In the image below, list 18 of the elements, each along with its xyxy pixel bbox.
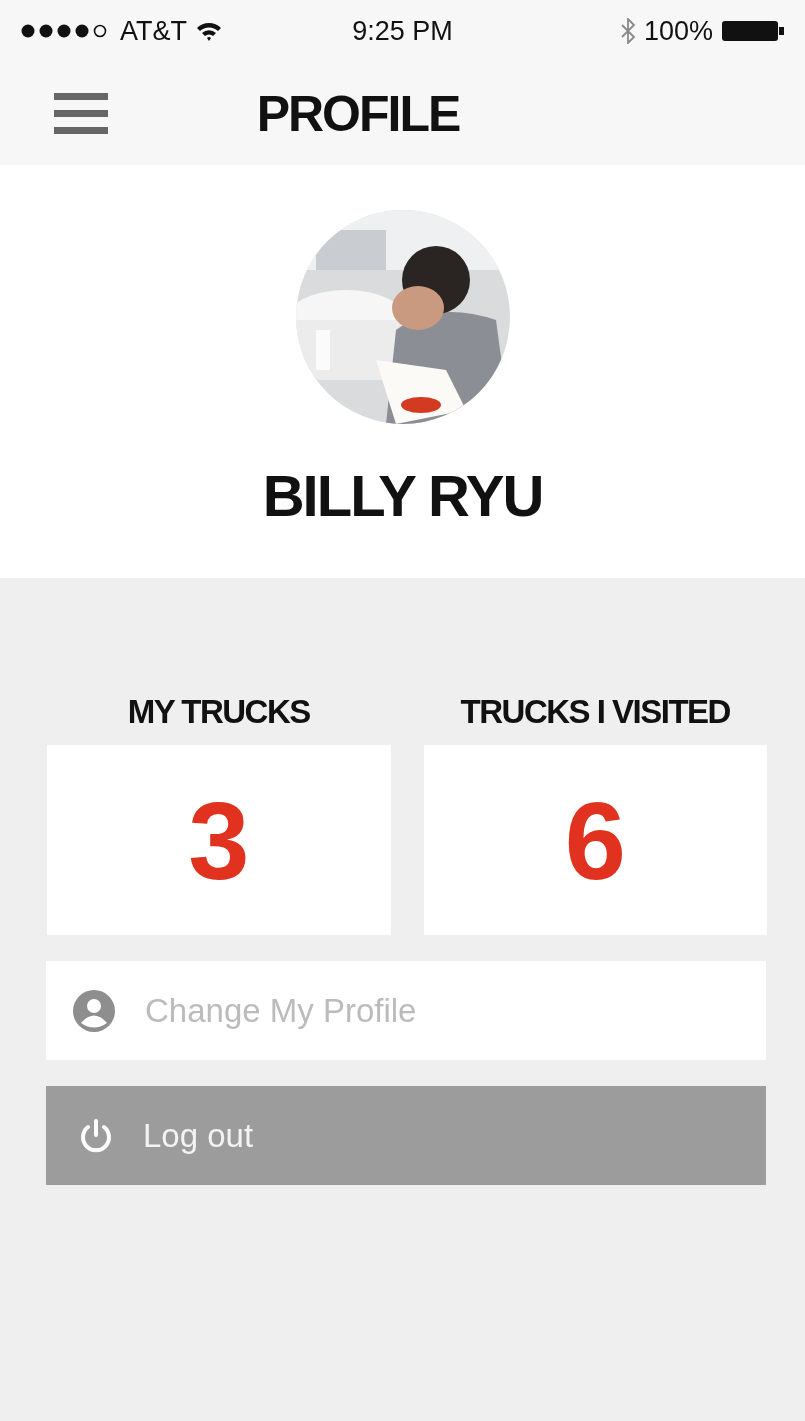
- menu-icon: [54, 90, 108, 137]
- screen-title: PROFILE: [255, 84, 461, 143]
- stat-label: MY TRUCKS: [127, 693, 310, 731]
- battery-icon: [721, 20, 785, 42]
- clock-time: 9:25 PM: [352, 15, 453, 47]
- wifi-icon: [195, 20, 223, 42]
- person-icon: [73, 989, 115, 1032]
- carrier-name: AT&T: [120, 15, 187, 47]
- logout-button[interactable]: Log out: [46, 1086, 766, 1185]
- battery-percent: 100%: [643, 15, 713, 47]
- bluetooth-icon: [619, 18, 636, 44]
- menu-button[interactable]: [54, 90, 108, 137]
- stat-label: TRUCKS I VISITED: [460, 693, 730, 731]
- power-icon: [79, 1117, 113, 1154]
- change-profile-button[interactable]: Change My Profile: [46, 961, 766, 1060]
- stat-count: 3: [188, 777, 250, 904]
- user-name: BILLY RYU: [262, 462, 543, 529]
- stat-count: 6: [564, 777, 626, 904]
